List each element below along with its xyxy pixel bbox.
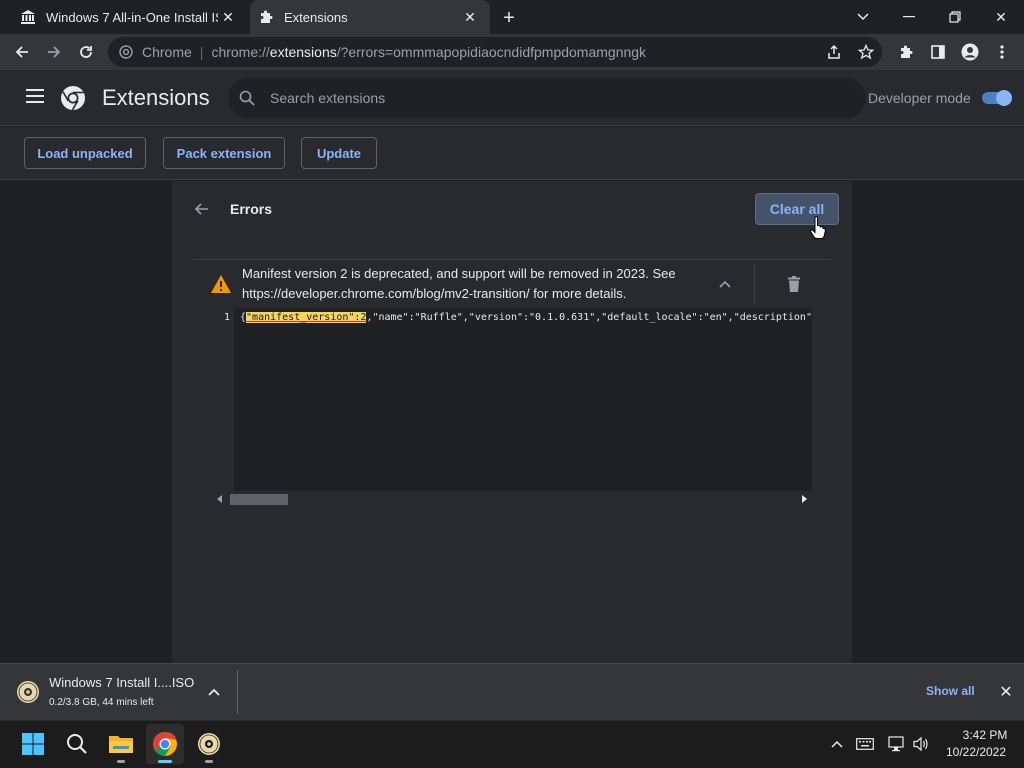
clock-time[interactable]: 3:42 PM xyxy=(960,728,1010,742)
url-host: extensions xyxy=(269,44,337,60)
disc-taskbar-icon[interactable] xyxy=(196,731,222,757)
chrome-logo-icon xyxy=(60,85,86,111)
download-divider xyxy=(237,670,238,714)
forward-arrow-icon[interactable] xyxy=(42,40,66,64)
error-message: Manifest version 2 is deprecated, and su… xyxy=(242,264,702,304)
hand-cursor-icon xyxy=(810,215,826,240)
volume-icon[interactable] xyxy=(912,735,930,753)
back-arrow-icon[interactable] xyxy=(10,40,34,64)
chrome-taskbar-icon[interactable] xyxy=(152,731,178,757)
download-file-name[interactable]: Windows 7 Install I....ISO xyxy=(49,675,194,690)
collapse-chevron-up-icon[interactable] xyxy=(714,274,736,294)
share-icon[interactable] xyxy=(822,40,846,64)
side-panel-icon[interactable] xyxy=(926,40,950,64)
line-number: 1 xyxy=(223,312,230,323)
tab-close-icon[interactable]: ✕ xyxy=(218,7,238,27)
network-icon[interactable] xyxy=(888,735,906,753)
trash-icon[interactable] xyxy=(784,274,804,294)
puzzle-icon xyxy=(258,9,274,25)
search-input[interactable] xyxy=(270,90,830,106)
extensions-puzzle-icon[interactable] xyxy=(894,40,918,64)
taskbar-search-icon[interactable] xyxy=(64,731,90,757)
chrome-icon xyxy=(118,44,134,60)
tab-title: Extensions xyxy=(284,9,348,25)
new-tab-button[interactable]: + xyxy=(498,7,520,29)
explorer-running-indicator xyxy=(117,760,125,763)
scrollbar-thumb[interactable] xyxy=(230,494,288,505)
search-extensions-box[interactable] xyxy=(228,78,866,118)
clock-date[interactable]: 10/22/2022 xyxy=(942,745,1010,759)
horizontal-scrollbar[interactable] xyxy=(212,491,812,508)
close-download-shelf-icon[interactable]: ✕ xyxy=(996,682,1016,702)
developer-mode-toggle[interactable] xyxy=(982,90,1012,106)
omnibox-chip: Chrome xyxy=(142,44,192,60)
chrome-active-indicator xyxy=(158,760,172,763)
tab-close-icon[interactable]: ✕ xyxy=(460,7,480,27)
developer-mode-label: Developer mode xyxy=(868,90,971,106)
tab-search-chevron-icon[interactable] xyxy=(848,4,878,30)
reload-icon[interactable] xyxy=(74,40,98,64)
tab-windows7-iso[interactable]: Windows 7 All-in-One Install ISO ✕ xyxy=(12,0,248,34)
bookmark-star-icon[interactable] xyxy=(854,40,878,64)
developer-action-bar: Load unpacked Pack extension Update xyxy=(0,127,1024,180)
code-highlight: "manifest_version":2 xyxy=(246,312,367,323)
museum-icon xyxy=(20,9,36,25)
errors-title: Errors xyxy=(230,201,273,217)
hamburger-menu-icon[interactable] xyxy=(26,89,44,107)
page-title: Extensions xyxy=(102,85,210,110)
more-menu-icon[interactable] xyxy=(990,40,1014,64)
code-line: {"manifest_version":2,"name":"Ruffle","v… xyxy=(240,311,812,325)
address-bar[interactable]: Chrome | chrome://extensions/?errors=omm… xyxy=(108,37,882,67)
url-path: /?errors=ommmapopidiaocndidfpmpdomamgnng… xyxy=(336,44,647,60)
load-unpacked-button[interactable]: Load unpacked xyxy=(24,137,146,169)
update-button[interactable]: Update xyxy=(301,137,377,169)
error-message-line-2: https://developer.chrome.com/blog/mv2-tr… xyxy=(242,286,627,301)
error-message-line-1: Manifest version 2 is deprecated, and su… xyxy=(242,266,676,281)
keyboard-icon[interactable] xyxy=(856,735,874,753)
windows-start-icon[interactable] xyxy=(20,731,46,757)
code-viewer[interactable] xyxy=(212,308,812,508)
download-shelf xyxy=(0,663,1024,720)
browser-toolbar: Chrome | chrome://extensions/?errors=omm… xyxy=(0,34,1024,70)
file-explorer-icon[interactable] xyxy=(108,731,134,757)
omnibox-separator: | xyxy=(199,44,204,60)
back-arrow-icon[interactable] xyxy=(192,199,212,219)
profile-icon[interactable] xyxy=(958,40,982,64)
download-options-chevron-up-icon[interactable] xyxy=(204,682,224,702)
minimize-icon[interactable] xyxy=(894,4,924,30)
search-icon xyxy=(238,89,256,107)
tab-title: Windows 7 All-in-One Install ISO xyxy=(46,9,218,25)
toggle-knob xyxy=(996,90,1012,106)
scroll-left-arrow-icon[interactable] xyxy=(217,495,222,503)
code-after: ,"name":"Ruffle","version":"0.1.0.631","… xyxy=(366,312,812,323)
clear-all-button[interactable]: Clear all xyxy=(755,193,839,225)
show-all-link[interactable]: Show all xyxy=(926,684,975,698)
disc-running-indicator xyxy=(205,760,213,763)
pack-extension-button[interactable]: Pack extension xyxy=(163,137,285,169)
extensions-header: Extensions Developer mode xyxy=(0,70,1024,126)
disc-image-icon[interactable] xyxy=(16,680,40,704)
line-number-gutter xyxy=(212,308,234,491)
scroll-right-arrow-icon[interactable] xyxy=(802,495,807,503)
vertical-divider xyxy=(754,264,755,304)
tab-strip: Windows 7 All-in-One Install ISO ✕ Exten… xyxy=(0,0,1024,34)
tab-extensions[interactable]: Extensions ✕ xyxy=(250,0,490,34)
restore-icon[interactable] xyxy=(940,4,970,30)
window-close-icon[interactable]: ✕ xyxy=(986,4,1016,30)
tray-overflow-chevron-icon[interactable] xyxy=(828,735,846,753)
url-scheme: chrome:// xyxy=(211,44,270,60)
download-status: 0.2/3.8 GB, 44 mins left xyxy=(49,697,154,708)
warning-icon xyxy=(210,274,232,294)
